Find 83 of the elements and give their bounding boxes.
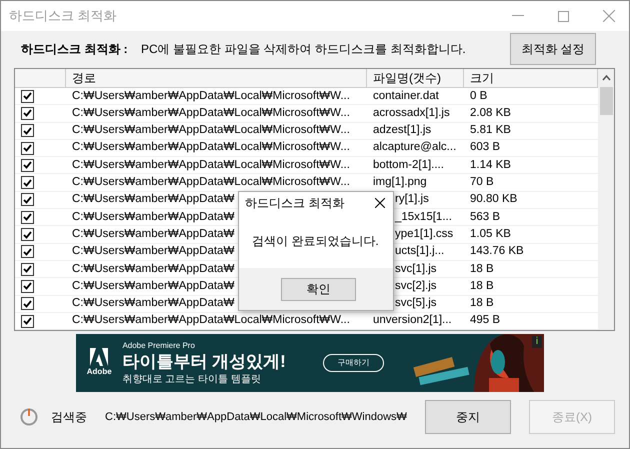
- close-icon[interactable]: [375, 198, 385, 208]
- spinner-icon: [20, 408, 38, 426]
- filename-cell-text: acrossadx[1].js: [373, 106, 450, 121]
- scroll-thumb[interactable]: [600, 87, 612, 115]
- status-label: 검색중: [51, 409, 88, 426]
- buy-button[interactable]: 구매하기: [323, 354, 384, 372]
- ok-button[interactable]: 확인: [281, 278, 356, 300]
- path-cell-text: C:₩Users₩amber₩AppData₩Local₩Microsoft₩W...: [72, 158, 350, 173]
- checkbox[interactable]: [21, 210, 34, 224]
- filename-cell-text: ry[1].js: [395, 192, 429, 208]
- size-cell-text: 603 B: [470, 140, 500, 156]
- size-cell-text: 0 B: [470, 88, 488, 104]
- filename-cell-text: ucts[1].j...: [395, 244, 444, 260]
- checkbox[interactable]: [21, 262, 34, 276]
- path-cell-text: C:₩Users₩amber₩AppData₩Local₩Microsoft₩W...: [72, 106, 350, 121]
- filename-cell-text: _15x15[1...: [395, 210, 452, 225]
- size-cell-text: 18 B: [470, 296, 494, 312]
- minimize-icon[interactable]: [512, 15, 524, 17]
- size-cell-text: 1.05 KB: [470, 226, 511, 242]
- path-cell-text: C:₩Users₩amber₩AppData₩: [72, 296, 234, 312]
- filename-cell-text: alcapture@alc...: [373, 140, 456, 156]
- size-cell-text: 18 B: [470, 278, 494, 294]
- path-cell-text: C:₩Users₩amber₩AppData₩: [72, 262, 234, 276]
- product-text: Adobe Premiere Pro: [122, 340, 196, 352]
- brand-text: Adobe: [86, 366, 112, 378]
- path-cell-text: C:₩Users₩amber₩AppData₩: [72, 278, 234, 294]
- checkbox[interactable]: [21, 158, 34, 172]
- filename-cell-text: svc[5].js: [395, 296, 437, 312]
- scroll-up-icon[interactable]: [602, 75, 610, 81]
- size-cell-text: 1.14 KB: [470, 158, 511, 173]
- path-cell-text: C:₩Users₩amber₩AppData₩Local₩Microsoft₩W...: [72, 175, 350, 190]
- scrollbar[interactable]: [598, 69, 614, 330]
- checkbox[interactable]: [21, 314, 34, 328]
- checkbox[interactable]: [21, 228, 34, 242]
- headline-text: 타이틀부터 개성있게!: [122, 352, 287, 372]
- size-cell-text: 563 B: [470, 210, 500, 225]
- path-cell-text: C:₩Users₩amber₩AppData₩: [72, 226, 234, 242]
- checkbox[interactable]: [21, 90, 34, 103]
- filename-cell-text: ype1[1].css: [395, 226, 454, 242]
- filename-cell-text: svc[1].js: [395, 262, 437, 276]
- size-cell-text: 18 B: [470, 262, 494, 276]
- path-cell-text: C:₩Users₩amber₩AppData₩: [72, 210, 234, 225]
- column-header[interactable]: 경로: [66, 69, 367, 87]
- status-path: C:₩Users₩amber₩AppData₩Local₩Microsoft₩Windows₩: [105, 410, 407, 425]
- maximize-icon[interactable]: [558, 10, 569, 22]
- subline-text: 취향대로 고르는 타이틀 템플릿: [122, 372, 262, 386]
- filename-cell-text: bottom-2[1]....: [373, 158, 444, 173]
- stop-button[interactable]: 중지: [425, 400, 511, 434]
- path-cell-text: C:₩Users₩amber₩AppData₩Local₩Microsoft₩W...: [72, 313, 350, 328]
- filename-cell-text: adzest[1].js: [373, 123, 432, 138]
- size-cell-text: 70 B: [470, 175, 494, 190]
- size-cell-text: 143.76 KB: [470, 244, 524, 260]
- checkbox[interactable]: [21, 124, 34, 138]
- size-cell-text: 2.08 KB: [470, 106, 511, 121]
- ad-banner[interactable]: Adobe Adobe Premiere Pro 타이틀부터 개성있게! 취향대로 고르는 타이틀 템플릿 구매하기 i: [76, 334, 544, 392]
- path-cell-text: C:₩Users₩amber₩AppData₩: [72, 192, 234, 208]
- path-cell-text: C:₩Users₩amber₩AppData₩Local₩Microsoft₩W...: [72, 88, 350, 104]
- checkbox[interactable]: [21, 193, 34, 206]
- description-text: PC에 불필요한 파일을 삭제하여 하드디스크를 최적화합니다.: [141, 41, 467, 58]
- settings-button[interactable]: 최적화 설정: [510, 33, 596, 65]
- dialog-title: 하드디스크 최적화: [245, 195, 346, 212]
- filename-cell-text: container.dat: [373, 88, 439, 104]
- info-badge[interactable]: i: [532, 336, 542, 348]
- size-cell-text: 495 B: [470, 313, 500, 328]
- path-cell-text: C:₩Users₩amber₩AppData₩Local₩Microsoft₩W...: [72, 140, 350, 156]
- path-cell-text: C:₩Users₩amber₩AppData₩Local₩Microsoft₩W...: [72, 123, 350, 138]
- dialog-message: 검색이 완료되었습니다.: [252, 233, 379, 250]
- checkbox[interactable]: [21, 245, 34, 258]
- checkbox[interactable]: [21, 176, 34, 190]
- adobe-logo-icon: [90, 348, 108, 366]
- window-title: 하드디스크 최적화: [9, 7, 118, 26]
- size-cell-text: 90.80 KB: [470, 192, 518, 208]
- column-header[interactable]: 파일명(갯수): [367, 69, 464, 87]
- checkbox[interactable]: [21, 142, 34, 155]
- checkbox[interactable]: [21, 280, 34, 293]
- checkbox[interactable]: [21, 297, 34, 310]
- filename-cell-text: img[1].png: [373, 175, 427, 190]
- checkbox[interactable]: [21, 106, 34, 120]
- size-cell-text: 5.81 KB: [470, 123, 511, 138]
- filename-cell-text: svc[2].js: [395, 278, 437, 294]
- filename-cell-text: unversion2[1]...: [373, 313, 452, 328]
- path-cell-text: C:₩Users₩amber₩AppData₩: [72, 244, 234, 260]
- section-label: 하드디스크 최적화 :: [21, 41, 129, 58]
